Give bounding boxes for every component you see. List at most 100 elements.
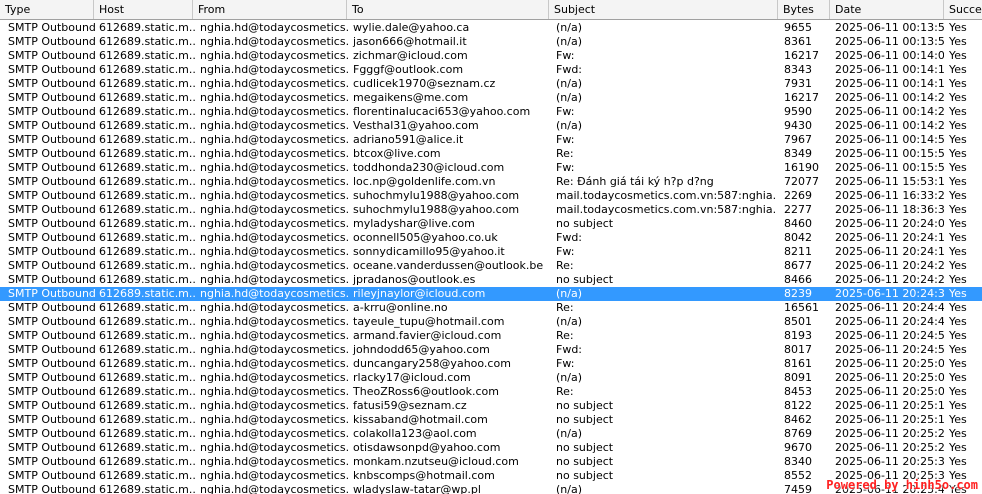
column-header-from[interactable]: From — [193, 0, 347, 19]
cell-date: 2025-06-11 20:24:56 — [835, 329, 944, 342]
cell-to: btcox@live.com — [353, 147, 441, 160]
table-row[interactable]: SMTP Outbound 612689.static.m... nghia.hd@… — [0, 161, 982, 175]
cell-bytes: 9590 — [784, 105, 812, 118]
cell-date: 2025-06-11 00:14:29 — [835, 119, 944, 132]
cell-to: Vesthal31@yahoo.com — [353, 119, 479, 132]
table-row[interactable]: SMTP Outbound 612689.static.m... nghia.hd@… — [0, 245, 982, 259]
table-row[interactable]: SMTP Outbound 612689.static.m... nghia.hd@… — [0, 147, 982, 161]
cell-to: myladyshar@live.com — [353, 217, 475, 230]
cell-to: loc.np@goldenlife.com.vn — [353, 175, 496, 188]
cell-date: 2025-06-11 00:15:55 — [835, 161, 944, 174]
table-row[interactable]: SMTP Outbound 612689.static.m... nghia.hd@… — [0, 399, 982, 413]
cell-type: SMTP Outbound — [8, 315, 95, 328]
cell-date: 2025-06-11 15:53:14 — [835, 175, 944, 188]
cell-type: SMTP Outbound — [8, 203, 95, 216]
cell-type: SMTP Outbound — [8, 427, 95, 440]
cell-to: adriano591@alice.it — [353, 133, 464, 146]
table-row[interactable]: SMTP Outbound 612689.static.m... nghia.hd@… — [0, 189, 982, 203]
cell-success: Yes — [949, 259, 967, 272]
cell-success: Yes — [949, 105, 967, 118]
cell-type: SMTP Outbound — [8, 371, 95, 384]
cell-date: 2025-06-11 20:24:56 — [835, 343, 944, 356]
cell-subject: no subject — [556, 441, 614, 454]
table-row[interactable]: SMTP Outbound 612689.static.m... nghia.hd@… — [0, 357, 982, 371]
cell-to: rileyjnaylor@icloud.com — [353, 287, 486, 300]
cell-host: 612689.static.m... — [99, 119, 195, 132]
column-header-date[interactable]: Date — [830, 0, 944, 19]
table-row[interactable]: SMTP Outbound 612689.static.m... nghia.hd@… — [0, 175, 982, 189]
column-header-subject[interactable]: Subject — [549, 0, 778, 19]
table-row[interactable]: SMTP Outbound 612689.static.m... nghia.hd@… — [0, 91, 982, 105]
column-header-host[interactable]: Host — [94, 0, 193, 19]
column-header-to[interactable]: To — [347, 0, 549, 19]
table-row[interactable]: SMTP Outbound 612689.static.m... nghia.hd@… — [0, 329, 982, 343]
table-row[interactable]: SMTP Outbound 612689.static.m... nghia.hd@… — [0, 273, 982, 287]
table-row[interactable]: SMTP Outbound 612689.static.m... nghia.hd@… — [0, 105, 982, 119]
table-row[interactable]: SMTP Outbound 612689.static.m... nghia.hd@… — [0, 217, 982, 231]
cell-host: 612689.static.m... — [99, 203, 195, 216]
table-row[interactable]: SMTP Outbound 612689.static.m... nghia.hd@… — [0, 63, 982, 77]
cell-success: Yes — [949, 203, 967, 216]
table-row[interactable]: SMTP Outbound 612689.static.m... nghia.hd@… — [0, 413, 982, 427]
table-row[interactable]: SMTP Outbound 612689.static.m... nghia.hd@… — [0, 315, 982, 329]
cell-bytes: 8462 — [784, 413, 812, 426]
table-row[interactable]: SMTP Outbound 612689.static.m... nghia.hd@… — [0, 287, 982, 301]
cell-date: 2025-06-11 20:25:03 — [835, 371, 944, 384]
table-row[interactable]: SMTP Outbound 612689.static.m... nghia.hd@… — [0, 21, 982, 35]
table-row[interactable]: SMTP Outbound 612689.static.m... nghia.hd@… — [0, 371, 982, 385]
cell-subject: Fw: — [556, 161, 575, 174]
cell-host: 612689.static.m... — [99, 133, 195, 146]
cell-type: SMTP Outbound — [8, 63, 95, 76]
table-row[interactable]: SMTP Outbound 612689.static.m... nghia.hd@… — [0, 119, 982, 133]
cell-from: nghia.hd@todaycosmetics.... — [200, 245, 348, 258]
cell-subject: (n/a) — [556, 371, 583, 384]
column-header-bytes[interactable]: Bytes — [778, 0, 830, 19]
cell-type: SMTP Outbound — [8, 35, 95, 48]
cell-type: SMTP Outbound — [8, 287, 95, 300]
table-row[interactable]: SMTP Outbound 612689.static.m... nghia.hd@… — [0, 203, 982, 217]
cell-type: SMTP Outbound — [8, 91, 95, 104]
table-row[interactable]: SMTP Outbound 612689.static.m... nghia.hd@… — [0, 441, 982, 455]
table-row[interactable]: SMTP Outbound 612689.static.m... nghia.hd@… — [0, 259, 982, 273]
cell-subject: Re: — [556, 301, 574, 314]
cell-subject: Fwd: — [556, 343, 583, 356]
cell-host: 612689.static.m... — [99, 287, 195, 300]
cell-subject: Fw: — [556, 357, 575, 370]
table-row[interactable]: SMTP Outbound 612689.static.m... nghia.hd@… — [0, 301, 982, 315]
table-row[interactable]: SMTP Outbound 612689.static.m... nghia.hd@… — [0, 455, 982, 469]
column-header-type[interactable]: Type — [0, 0, 94, 19]
cell-date: 2025-06-11 00:14:58 — [835, 133, 944, 146]
cell-subject: no subject — [556, 273, 614, 286]
table-row[interactable]: SMTP Outbound 612689.static.m... nghia.hd@… — [0, 385, 982, 399]
cell-type: SMTP Outbound — [8, 189, 95, 202]
cell-type: SMTP Outbound — [8, 413, 95, 426]
cell-to: jpradanos@outlook.es — [353, 273, 476, 286]
table-row[interactable]: SMTP Outbound 612689.static.m... nghia.hd@… — [0, 49, 982, 63]
cell-host: 612689.static.m... — [99, 441, 195, 454]
table-row[interactable]: SMTP Outbound 612689.static.m... nghia.hd@… — [0, 35, 982, 49]
cell-subject: Re: — [556, 385, 574, 398]
table-row[interactable]: SMTP Outbound 612689.static.m... nghia.hd@… — [0, 343, 982, 357]
cell-to: fatusi59@seznam.cz — [353, 399, 467, 412]
cell-subject: no subject — [556, 413, 614, 426]
column-header-success[interactable]: Success — [944, 0, 982, 19]
cell-subject: (n/a) — [556, 21, 583, 34]
table-row[interactable]: SMTP Outbound 612689.static.m... nghia.hd@… — [0, 77, 982, 91]
cell-type: SMTP Outbound — [8, 399, 95, 412]
cell-to: florentinalucaci653@yahoo.com — [353, 105, 531, 118]
cell-from: nghia.hd@todaycosmetics.... — [200, 301, 348, 314]
cell-success: Yes — [949, 77, 967, 90]
cell-date: 2025-06-11 16:33:24 — [835, 189, 944, 202]
cell-success: Yes — [949, 217, 967, 230]
cell-subject: Re: — [556, 329, 574, 342]
table-row[interactable]: SMTP Outbound 612689.static.m... nghia.hd@… — [0, 133, 982, 147]
cell-to: johndodd65@yahoo.com — [353, 343, 490, 356]
table-row[interactable]: SMTP Outbound 612689.static.m... nghia.hd@… — [0, 231, 982, 245]
cell-success: Yes — [949, 399, 967, 412]
table-row[interactable]: SMTP Outbound 612689.static.m... nghia.hd@… — [0, 427, 982, 441]
cell-bytes: 8193 — [784, 329, 812, 342]
cell-type: SMTP Outbound — [8, 469, 95, 482]
cell-subject: Fw: — [556, 245, 575, 258]
cell-subject: no subject — [556, 455, 614, 468]
cell-from: nghia.hd@todaycosmetics.... — [200, 385, 348, 398]
